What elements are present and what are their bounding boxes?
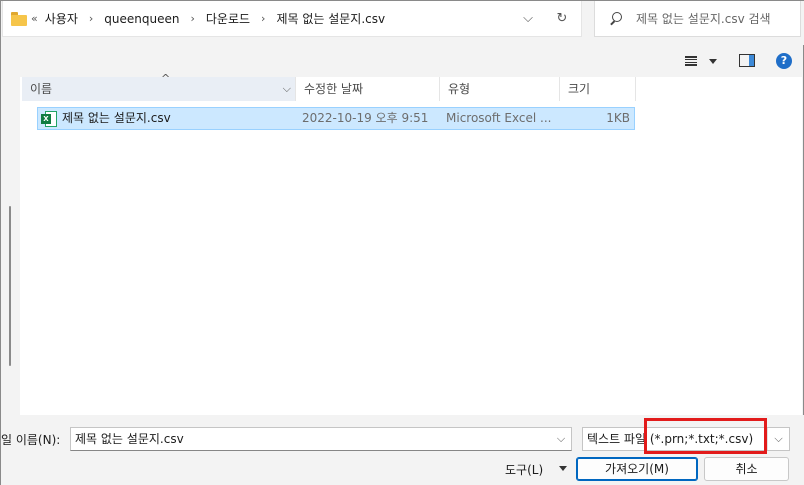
breadcrumb-item-users[interactable]: 사용자 — [45, 10, 78, 27]
column-header-date[interactable]: 수정한 날짜 — [296, 77, 440, 101]
excel-csv-icon: X — [41, 111, 57, 127]
breadcrumb: « 사용자 › queenqueen › 다운로드 › 제목 없는 설문지.cs… — [31, 10, 385, 27]
cancel-button[interactable]: 취소 — [704, 457, 789, 481]
folder-icon — [11, 11, 27, 26]
breadcrumb-item-downloads[interactable]: 다운로드 — [206, 10, 250, 27]
chevron-right-icon[interactable]: › — [190, 12, 194, 25]
dialog-footer: 일 이름(N): 제목 없는 설문지.csv ⌵ 텍스트 파일 (*.prn;*… — [1, 415, 804, 485]
filename-input[interactable]: 제목 없는 설문지.csv — [70, 427, 572, 451]
tools-caret-icon[interactable] — [559, 466, 567, 471]
chevron-right-icon[interactable]: › — [89, 12, 93, 25]
file-name: 제목 없는 설문지.csv — [62, 111, 171, 125]
search-box[interactable]: 제목 없는 설문지.csv 검색 — [594, 1, 801, 37]
file-size: 1KB — [606, 111, 630, 125]
column-header-row: 이름 ^ ⌵ 수정한 날짜 유형 크기 — [20, 72, 636, 101]
import-button[interactable]: 가져오기(M) — [576, 457, 698, 481]
filename-label: 일 이름(N): — [1, 433, 61, 447]
chevron-down-icon[interactable]: ⌵ — [767, 428, 789, 450]
chevron-down-icon[interactable]: ⌵ — [519, 10, 537, 28]
sort-ascending-icon: ^ — [161, 72, 171, 85]
preview-pane-icon[interactable] — [739, 54, 755, 67]
search-input[interactable]: 제목 없는 설문지.csv 검색 — [636, 10, 771, 27]
annotation-highlight-box — [644, 418, 767, 454]
file-row[interactable]: X 제목 없는 설문지.csv 2022-10-19 오후 9:51 Micro… — [37, 107, 635, 130]
chevron-down-icon[interactable]: ⌵ — [283, 77, 291, 101]
column-header-type[interactable]: 유형 — [440, 77, 560, 101]
view-options-icon[interactable] — [685, 56, 697, 66]
address-bar-area: « 사용자 › queenqueen › 다운로드 › 제목 없는 설문지.cs… — [1, 1, 804, 45]
chevron-down-icon[interactable]: ⌵ — [550, 427, 572, 451]
file-date: 2022-10-19 오후 9:51 — [302, 111, 429, 125]
breadcrumb-item-file[interactable]: 제목 없는 설문지.csv — [276, 10, 385, 27]
column-header-name-label: 이름 — [30, 82, 53, 96]
address-bar[interactable]: « 사용자 › queenqueen › 다운로드 › 제목 없는 설문지.cs… — [2, 1, 582, 37]
nav-scrollbar[interactable] — [9, 206, 11, 366]
view-options-caret-icon[interactable] — [709, 59, 717, 64]
file-type: Microsoft Excel ... — [446, 111, 552, 125]
chevron-right-icon[interactable]: › — [261, 12, 265, 25]
breadcrumb-item-user[interactable]: queenqueen — [104, 12, 179, 26]
column-header-name[interactable]: 이름 ^ ⌵ — [22, 72, 296, 101]
column-header-size[interactable]: 크기 — [560, 77, 636, 101]
breadcrumb-overflow[interactable]: « — [31, 12, 38, 25]
help-icon[interactable]: ? — [776, 53, 792, 69]
search-icon — [609, 11, 623, 26]
refresh-icon[interactable]: ↻ — [553, 10, 571, 28]
file-list: 이름 ^ ⌵ 수정한 날짜 유형 크기 X 제목 없는 설문지.csv 2022… — [20, 72, 802, 415]
tools-menu-button[interactable]: 도구(L) — [505, 461, 543, 478]
